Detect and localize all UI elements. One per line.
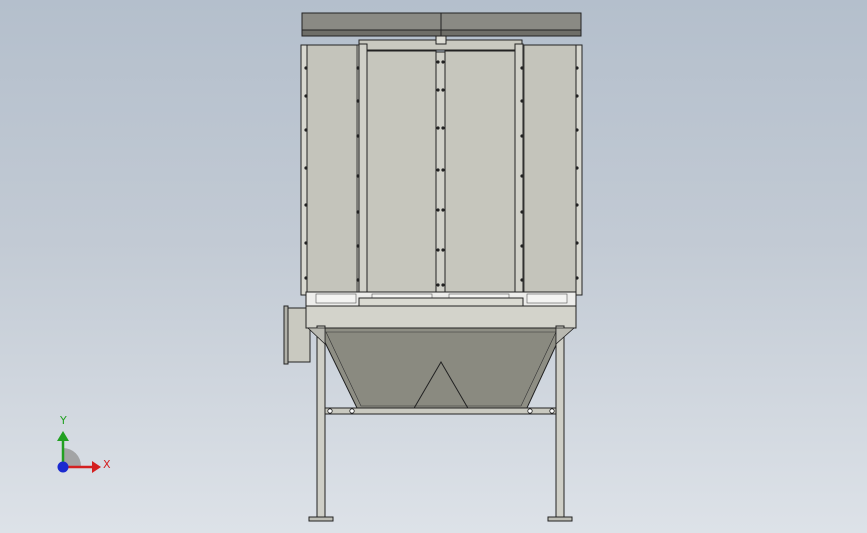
right-side-panel [519,44,583,296]
hopper-brace [323,407,559,415]
hopper [317,327,565,411]
roof-cap [301,12,582,37]
z-axis-dot-icon [57,461,69,473]
triad-y-label: Y [60,414,67,427]
graphics-viewport[interactable]: X Y [0,0,867,533]
cad-model[interactable] [0,0,867,533]
left-side-panel [300,44,362,296]
left-door-panel [366,50,437,296]
lower-band [305,291,577,307]
triad-x-label: X [103,458,111,471]
right-door-panel [444,50,516,296]
ring-band [305,305,577,329]
orientation-triad[interactable] [57,431,101,473]
left-leg [308,325,334,522]
top-rail [358,35,523,51]
